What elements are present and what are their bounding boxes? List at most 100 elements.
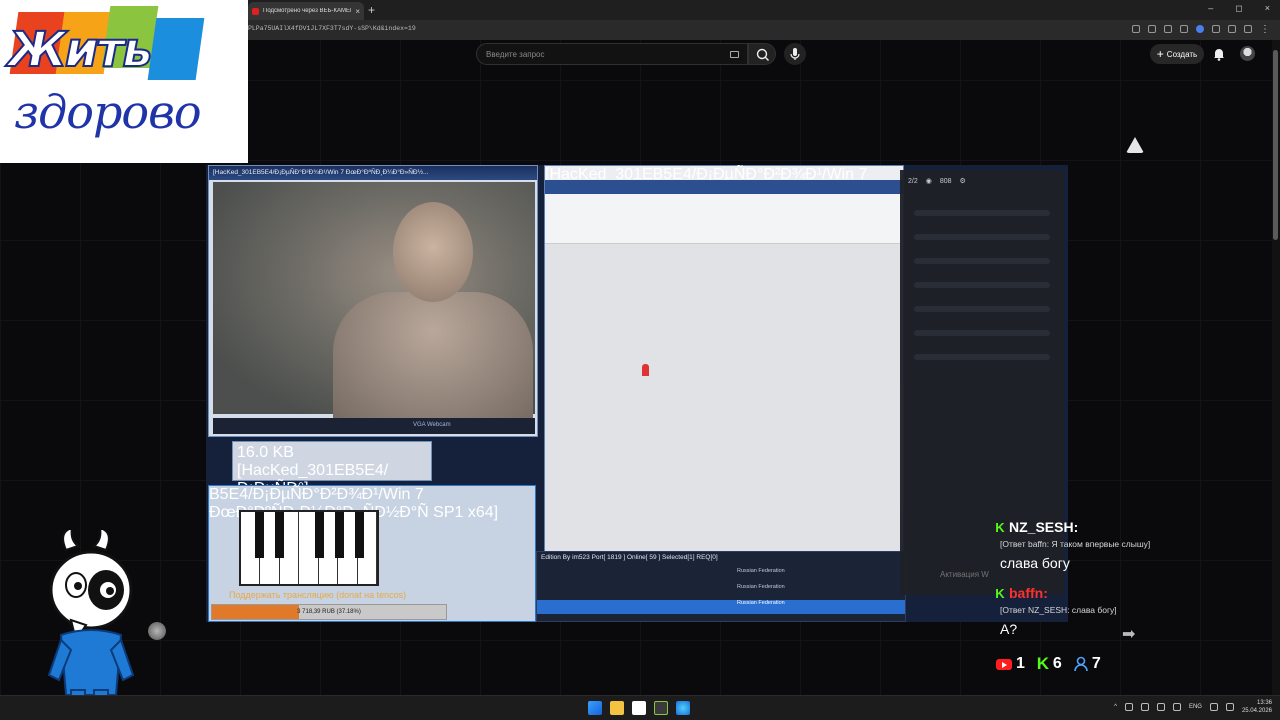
chat-overlay: K NZ_SESH: [Ответ baffn: Я таком впервые… [994,515,1194,641]
scroll-up-indicator [1126,137,1144,153]
rat-window: Edition By im523 Port[ 1819 ] Online[ 59… [536,551,906,622]
chevron-up-icon[interactable]: ^ [1114,704,1117,710]
tray-icon[interactable] [1172,703,1181,711]
volume-icon[interactable] [1225,703,1234,711]
show-logo: Жить здорово [0,0,248,163]
chat-reply: [Ответ NZ_SESH: слава богу] [1000,605,1117,615]
url-text[interactable]: PLPa75UAIlX4fDV1JL7XF3T7sdY-sSP\Kd&index… [248,25,416,32]
kick-icon: K [1036,654,1050,673]
download-title: 16.0 KB [HacKed_301EB5E4/Ð¡ÐµÑÐ°] [237,444,389,497]
kick-viewers: K 6 [1036,654,1062,673]
eye-icon: ◉ [925,178,932,185]
keyboard-icon[interactable] [730,51,739,58]
piano-keys [239,510,379,586]
sync-icon[interactable] [1212,25,1220,33]
person-body [333,292,533,422]
language-indicator[interactable]: ENG [1189,704,1202,710]
word-ribbon-tabs [545,180,903,194]
kick-icon: K [995,585,1005,601]
panel-header: 2/2 ◉ 808 ⚙ [900,170,1064,192]
chat-message: K NZ_SESH: [Ответ baffn: Я таком впервые… [994,515,1194,575]
tab-close-icon[interactable]: × [355,7,360,16]
avatar[interactable] [1240,46,1255,61]
word-ribbon [545,194,903,244]
youtube-count: 1 [1016,655,1025,672]
donation-progress: 3 718,39 RUB (37.18%) [211,604,447,620]
create-button[interactable]: + Создать [1150,44,1204,64]
logo-line1: Жить [7,21,154,79]
wifi-icon[interactable] [1209,703,1218,711]
edge-icon[interactable] [676,701,690,715]
profile-icon[interactable] [1244,25,1252,33]
chat-username: K baffn: [994,581,1194,605]
search-input[interactable]: Введите запрос [476,43,748,65]
voice-search-button[interactable] [784,43,806,65]
app-icon[interactable] [654,701,668,715]
chat-reply: [Ответ baffn: Я таком впервые слышу] [1000,539,1151,549]
create-label: Создать [1166,49,1198,59]
puzzle-icon[interactable] [1228,25,1236,33]
webcam-feed [213,182,535,422]
start-icon[interactable] [588,701,602,715]
close-window-button[interactable]: × [1265,3,1270,14]
chat-username-text: NZ_SESH: [1009,519,1079,535]
person-icon [1074,656,1088,672]
arrow-right-icon: ➡ [1122,626,1136,643]
tab-title: Подсмотрено через ВЕБ-КАМЕР [263,8,352,14]
minimize-button[interactable]: – [1208,3,1213,14]
total-viewers: 7 [1074,655,1101,673]
browser-tab[interactable]: Подсмотрено через ВЕБ-КАМЕР × [248,2,364,20]
chat-text: А? [1000,621,1018,637]
word-window: [HacKed_301EB5E4/Ð¡ÐµÑÐ°Ð²Ð¾Ð¹/Win 7 ÐœÐ… [544,165,904,561]
system-tray: ^ ENG 13:36 25.04.2026 [1114,699,1272,715]
tray-icon[interactable] [1140,703,1149,711]
search-icon [756,48,769,61]
star-icon[interactable] [1148,25,1156,33]
goat-mascot-icon [47,530,135,709]
video-player[interactable]: [HacKed_301EB5E4/Ð¡ÐµÑÐ°Ð²Ð¾Ð¹/Win 7 ÐœÐ… [206,165,1068,622]
person-head [393,202,473,302]
search-button[interactable] [748,43,776,65]
donation-progress-text: 3 718,39 RUB (37.18%) [297,609,361,615]
cast-icon[interactable] [1132,25,1140,33]
extension-blue-icon[interactable] [1196,25,1204,33]
viewers-count: 7 [1091,655,1101,672]
bell-icon[interactable] [1212,46,1226,61]
kick-icon: K [995,519,1005,535]
new-tab-button[interactable]: + [368,3,375,17]
donation-overlay: Поддержать трансляцию (donat на tencos) [229,590,407,600]
stream-stats: 1 K 6 7 [996,654,1101,673]
chat-username: K NZ_SESH: [994,515,1194,539]
window-controls: – ◻ × [1208,3,1270,14]
chat-text: слава богу [1000,555,1070,571]
gear-icon: ⚙ [959,178,966,185]
extension-icon[interactable] [1164,25,1172,33]
clock-time: 13:36 [1256,700,1272,706]
youtube-viewers: 1 [996,655,1025,673]
webcam-toolbar: VGA Webcam [213,418,535,434]
clock[interactable]: 13:36 25.04.2026 [1242,699,1272,715]
maximize-button[interactable]: ◻ [1235,3,1242,14]
tray-icon[interactable] [1156,703,1165,711]
mouse-cursor-icon [642,364,649,376]
youtube-favicon-icon [252,7,259,15]
activation-watermark: Активация W [940,570,989,579]
word-document [545,244,903,561]
shield-icon[interactable] [1180,25,1188,33]
logo-block-blue [147,18,205,80]
file-explorer-icon[interactable] [610,701,624,715]
youtube-icon [996,658,1012,670]
notepad-icon[interactable] [632,701,646,715]
webcam-window: [HacKed_301EB5E4/Ð¡ÐµÑÐ°Ð²Ð¾Ð¹/Win 7 ÐœÐ… [208,165,538,437]
tray-icon[interactable] [1124,703,1133,711]
rat-row: Russian Federation [737,568,785,574]
chat-message: K baffn: [Ответ NZ_SESH: слава богу] А? [994,581,1194,641]
glow-dot [148,622,166,640]
microphone-icon [790,48,800,60]
browser-menu-icon[interactable]: ⋮ [1260,24,1270,35]
extension-icons [1132,25,1252,33]
piano-window: B5E4/Ð¡ÐµÑÐ°Ð²Ð¾Ð¹/Win 7 ÐœÐ°ÐºÑÐ¸Ð¼Ð°Ð»… [208,485,536,622]
screen: Подсмотрено через ВЕБ-КАМЕР × + – ◻ × PL… [0,0,1280,720]
scrollbar-thumb[interactable] [1273,50,1278,240]
webcam-window-title: [HacKed_301EB5E4/Ð¡ÐµÑÐ°Ð²Ð¾Ð¹/Win 7 ÐœÐ… [209,166,537,180]
